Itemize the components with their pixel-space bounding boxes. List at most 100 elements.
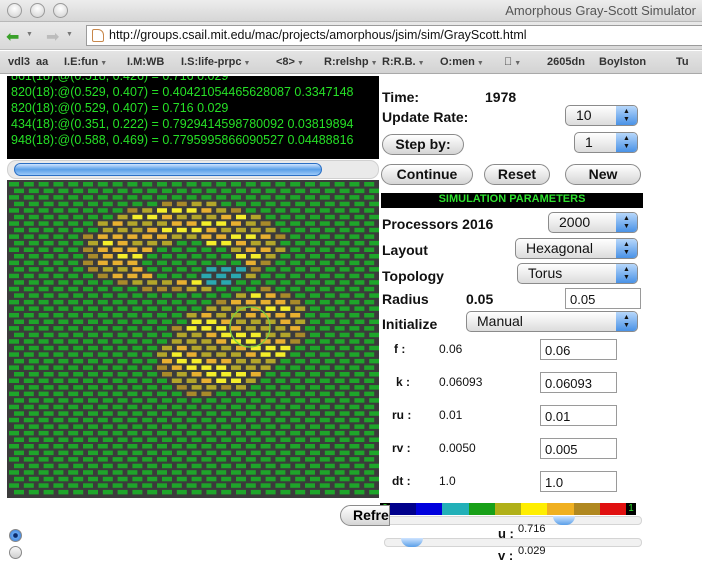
param-input-ru[interactable]: 0.01 bbox=[540, 405, 617, 426]
back-menu-icon[interactable]: ▼ bbox=[26, 31, 33, 38]
processor-cell bbox=[324, 240, 335, 246]
processor-cell bbox=[364, 457, 375, 462]
radio-option-2[interactable] bbox=[9, 546, 22, 559]
processor-cell bbox=[216, 221, 227, 226]
initialize-select[interactable]: Manual ▲ ▼ bbox=[466, 311, 638, 332]
minimize-window-button[interactable] bbox=[30, 3, 45, 18]
close-window-button[interactable] bbox=[7, 3, 22, 18]
processor-cell bbox=[280, 450, 291, 456]
processor-cell bbox=[216, 247, 227, 252]
processor-cell bbox=[127, 299, 138, 305]
refresh-button[interactable]: Refresh bbox=[340, 505, 390, 526]
processor-cell bbox=[250, 240, 261, 246]
bookmark-item[interactable]: ▼ bbox=[504, 56, 521, 68]
bookmark-item[interactable]: Tu bbox=[676, 56, 689, 68]
param-input-k[interactable]: 0.06093 bbox=[540, 372, 617, 393]
zoom-window-button[interactable] bbox=[53, 3, 68, 18]
step-by-button[interactable]: Step by: bbox=[382, 134, 464, 155]
processor-cell bbox=[334, 404, 345, 410]
processor-cell bbox=[324, 450, 335, 456]
u-slider[interactable] bbox=[384, 516, 642, 525]
param-input-rv[interactable]: 0.005 bbox=[540, 438, 617, 459]
processor-cell bbox=[186, 378, 197, 383]
bookmark-item[interactable]: R:relshp ▼ bbox=[324, 56, 378, 68]
bookmark-item[interactable]: I.S:life-prpc ▼ bbox=[181, 56, 250, 68]
processor-cell bbox=[117, 385, 128, 390]
processor-cell bbox=[127, 326, 138, 331]
processor-cell bbox=[324, 227, 335, 233]
reset-button[interactable]: Reset bbox=[484, 164, 550, 185]
bookmark-item[interactable]: I.E:fun ▼ bbox=[64, 56, 107, 68]
processor-cell bbox=[354, 267, 365, 272]
processor-cell bbox=[216, 195, 227, 200]
processor-cell bbox=[14, 306, 24, 311]
radio-option-1[interactable] bbox=[9, 529, 22, 542]
processor-cell bbox=[305, 391, 315, 397]
processor-cell bbox=[324, 267, 335, 272]
console-scrollbar[interactable] bbox=[7, 160, 379, 179]
update-rate-select[interactable]: 10 ▲ ▼ bbox=[565, 105, 638, 126]
bookmark-item[interactable]: Boylston bbox=[599, 56, 646, 68]
v-slider[interactable] bbox=[384, 538, 642, 547]
processor-cell bbox=[176, 398, 187, 403]
back-arrow-icon[interactable]: ⬅ bbox=[6, 27, 19, 47]
processor-cell bbox=[23, 182, 34, 187]
processor-cell bbox=[157, 286, 167, 292]
new-button[interactable]: New bbox=[565, 164, 641, 185]
console-line: 820(18):@(0.529, 0.407) = 0.716 0.029 bbox=[11, 101, 229, 115]
processor-cell bbox=[157, 299, 167, 305]
bookmark-item[interactable]: vdl3 bbox=[8, 56, 30, 68]
processor-cell bbox=[88, 280, 98, 285]
processor-cell bbox=[236, 332, 246, 338]
bookmark-item[interactable]: R:R.B. ▼ bbox=[382, 56, 425, 68]
scrollbar-thumb[interactable] bbox=[14, 163, 322, 176]
processor-cell bbox=[295, 424, 306, 429]
processors-select[interactable]: 2000 ▲ ▼ bbox=[548, 212, 638, 233]
processor-cell bbox=[53, 483, 64, 488]
processor-cell bbox=[201, 234, 212, 239]
processor-cell bbox=[162, 201, 172, 207]
bookmark-item[interactable]: 2605dn bbox=[547, 56, 585, 68]
param-input-dt[interactable]: 1.0 bbox=[540, 471, 617, 492]
processor-cell bbox=[364, 483, 375, 488]
bookmark-item[interactable]: <8> ▼ bbox=[276, 56, 304, 68]
simulation-grid[interactable] bbox=[7, 180, 379, 498]
forward-menu-icon[interactable]: ▼ bbox=[66, 31, 73, 38]
processor-cell bbox=[28, 437, 39, 442]
processor-cell bbox=[157, 483, 167, 488]
processor-cell bbox=[305, 352, 315, 357]
control-panel: Time: 1978 Update Rate: 10 ▲ ▼ Step by: 1… bbox=[380, 80, 702, 577]
processor-cell bbox=[364, 339, 375, 344]
processor-cell bbox=[324, 358, 335, 364]
processor-cell bbox=[38, 273, 49, 279]
processor-cell bbox=[369, 450, 379, 456]
topology-select[interactable]: Torus ▲ ▼ bbox=[517, 263, 638, 284]
bookmark-item[interactable]: aa bbox=[36, 56, 48, 68]
processor-cell bbox=[324, 214, 335, 220]
processor-cell bbox=[290, 417, 301, 423]
bookmark-item[interactable]: O:men ▼ bbox=[440, 56, 484, 68]
processor-cell bbox=[369, 476, 379, 482]
continue-button[interactable]: Continue bbox=[381, 164, 473, 185]
processor-cell bbox=[231, 470, 241, 475]
url-field[interactable]: http://groups.csail.mit.edu/mac/projects… bbox=[86, 25, 702, 46]
processor-cell bbox=[117, 332, 128, 338]
radius-input[interactable]: 0.05 bbox=[565, 288, 641, 309]
processor-cell bbox=[216, 260, 227, 266]
processor-cell bbox=[339, 358, 350, 364]
processor-cell bbox=[28, 385, 39, 390]
processor-cell bbox=[334, 234, 345, 239]
processor-cell bbox=[319, 195, 330, 200]
processor-cell bbox=[310, 358, 320, 364]
processor-cell bbox=[28, 398, 39, 403]
processor-cell bbox=[206, 424, 217, 429]
forward-arrow-icon[interactable]: ➡ bbox=[46, 27, 59, 47]
bookmark-item[interactable]: I.M:WB bbox=[127, 56, 164, 68]
param-input-f[interactable]: 0.06 bbox=[540, 339, 617, 360]
layout-select[interactable]: Hexagonal ▲ ▼ bbox=[515, 238, 638, 259]
step-by-select[interactable]: 1 ▲ ▼ bbox=[574, 132, 638, 153]
processor-cell bbox=[147, 398, 158, 403]
processor-cell bbox=[369, 424, 379, 429]
u-slider-thumb[interactable] bbox=[553, 516, 575, 525]
v-slider-thumb[interactable] bbox=[401, 538, 423, 547]
